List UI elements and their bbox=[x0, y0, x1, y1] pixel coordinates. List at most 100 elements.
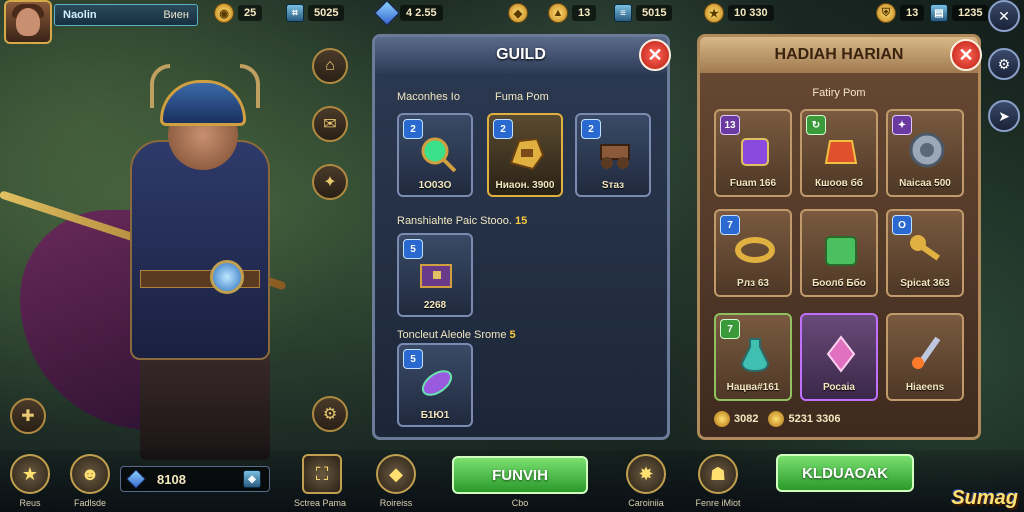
home-icon[interactable]: ⌂ bbox=[312, 48, 348, 84]
bottom-counter: 8108 ◈ bbox=[120, 466, 270, 492]
daily-chest-icon[interactable]: ☗ bbox=[698, 454, 738, 494]
bottom-bar: ★ Reus ☻ Fadlsde 8108 ◈ ⛶ Sctrea Pama ◆ … bbox=[0, 450, 1024, 512]
guild-section3-title: Toncleut Aleole Srome 5 bbox=[397, 329, 516, 341]
daily-footer-res-1: 3082 bbox=[714, 411, 758, 427]
hero-horn-right bbox=[240, 64, 260, 108]
guild-emblem-icon[interactable]: ✸ bbox=[626, 454, 666, 494]
golden-key-icon bbox=[910, 235, 941, 261]
daily-reward-slot[interactable]: Росаіа bbox=[800, 313, 878, 401]
star-icon: ★ bbox=[704, 3, 724, 23]
daily-reward-slot[interactable]: 7 Рлз 63 bbox=[714, 209, 792, 297]
game-logo: Sumag bbox=[951, 487, 1018, 509]
guild-action-button[interactable]: FUNVIH bbox=[452, 456, 588, 494]
rank-label: Reus bbox=[19, 498, 41, 508]
guild-section1-right: Fuma Pom bbox=[495, 91, 549, 103]
daily-reward-slot[interactable]: ↻ Кшоов бб bbox=[800, 109, 878, 197]
daily-reward-slot[interactable]: ✦ Naicaa 500 bbox=[886, 109, 964, 197]
daily-reward-label: Росаіа bbox=[823, 382, 855, 393]
daily-reward-label: Рлз 63 bbox=[737, 278, 769, 289]
guild-emblem-label: Caroiniia bbox=[628, 498, 664, 508]
ticket-resource: ⌗ 5025 bbox=[286, 2, 345, 24]
daily-reward-slot[interactable]: Hiaeens bbox=[886, 313, 964, 401]
hero-character bbox=[0, 60, 360, 460]
mail-icon[interactable]: ✉ bbox=[312, 106, 348, 142]
gem-icon bbox=[126, 469, 146, 489]
guild-slot-4[interactable]: 5 2268 bbox=[397, 233, 473, 317]
coin-icon: ◉ bbox=[214, 3, 234, 23]
map-icon[interactable]: ⛶ bbox=[302, 454, 342, 494]
daily-reward-label: Spicat 363 bbox=[900, 278, 950, 289]
crystal-wand-icon bbox=[826, 335, 856, 373]
player-name: Naolin bbox=[63, 9, 97, 21]
map-label: Sctrea Pama bbox=[293, 498, 347, 508]
daily-reward-slot[interactable]: Боолб Ббо bbox=[800, 209, 878, 297]
daily-reward-label: Hiaeens bbox=[905, 382, 945, 393]
daily-reward-slot[interactable]: О Spicat 363 bbox=[886, 209, 964, 297]
daily-title: HADIAH HARIAN bbox=[700, 37, 978, 73]
daily-footer-resources: 3082 5231 3306 bbox=[714, 411, 840, 427]
player-subtitle: Виен bbox=[163, 9, 189, 21]
hero-armor bbox=[130, 140, 270, 360]
crystal-icon[interactable]: ◆ bbox=[376, 454, 416, 494]
guild-slot-1[interactable]: 2 1О0ЗО bbox=[397, 113, 473, 197]
gear-icon[interactable]: ⚙ bbox=[988, 48, 1020, 80]
daily-reward-panel: HADIAH HARIAN ✕ Fatiry Pom 13 Fuam 166 ↻ Кш… bbox=[697, 34, 982, 440]
player-avatar[interactable] bbox=[4, 0, 52, 44]
treasure-chest-icon bbox=[420, 264, 452, 288]
player-name-box[interactable]: Naolin Виен bbox=[54, 4, 198, 26]
magic-leaf-icon bbox=[421, 370, 453, 396]
hero-legs bbox=[140, 350, 270, 460]
shield-icon: ⛨ bbox=[876, 3, 896, 23]
daily-reward-slot[interactable]: 13 Fuam 166 bbox=[714, 109, 792, 197]
settings-icon[interactable]: ⚙ bbox=[312, 396, 348, 432]
guild-slot-5[interactable]: 5 Б1Ю1 bbox=[397, 343, 473, 427]
gem-icon bbox=[374, 0, 400, 26]
gold-resource: ▲ 13 bbox=[548, 2, 597, 24]
inventory-icon[interactable]: ✚ bbox=[10, 398, 46, 434]
crystal-label: Roireiss bbox=[379, 498, 413, 508]
red-chest-icon bbox=[824, 140, 858, 164]
siege-cart-icon bbox=[600, 144, 630, 169]
daily-chest-label: Fenre iMiot bbox=[695, 498, 741, 508]
arrow-icon[interactable]: ➤ bbox=[988, 100, 1020, 132]
daily-reward-slot[interactable]: 7 Нацва#161 bbox=[714, 313, 792, 401]
star-resource: ★ 10 330 bbox=[704, 2, 774, 24]
green-box-icon bbox=[825, 236, 857, 266]
daily-reward-label: Fuam 166 bbox=[729, 178, 777, 189]
coin-icon bbox=[768, 411, 785, 427]
top-bar: Naolin Виен ◉ 25 ⌗ 5025 4 2.55 ◆ ▲ 13 ≡ … bbox=[0, 0, 1024, 44]
book-resource: ▤ 1235 bbox=[930, 2, 989, 24]
quest-icon[interactable]: ✦ bbox=[312, 164, 348, 200]
hero-label: Fadlsde bbox=[73, 498, 107, 508]
daily-close-button[interactable]: ✕ bbox=[950, 39, 982, 71]
guild-close-button[interactable]: ✕ bbox=[639, 39, 671, 71]
coin-resource: ◉ 25 bbox=[214, 2, 263, 24]
token-resource: ◆ bbox=[508, 2, 528, 24]
claim-button[interactable]: KLDUAOAK bbox=[776, 454, 914, 492]
guild-slot-3[interactable]: 2 Sтаз bbox=[575, 113, 651, 197]
hero-portrait-icon[interactable]: ☻ bbox=[70, 454, 110, 494]
guild-panel: GUILD ✕ Мaconhes Io Fuma Pom 2 1О0ЗО 2 Н… bbox=[372, 34, 671, 440]
daily-reward-label: Нацва#161 bbox=[726, 382, 780, 393]
guild-slot-2[interactable]: 2 Ниаон. 3900 bbox=[487, 113, 563, 197]
gold-pile-icon: ▲ bbox=[548, 3, 568, 23]
scroll-icon: ≡ bbox=[614, 4, 632, 22]
scroll-resource: ≡ 5015 bbox=[614, 2, 673, 24]
hero-horn-left bbox=[150, 64, 170, 108]
purple-potion-icon bbox=[741, 138, 769, 166]
potion-bottle-icon bbox=[740, 338, 770, 373]
daily-reward-label: Кшоов бб bbox=[815, 178, 863, 189]
ticket-icon: ⌗ bbox=[286, 4, 304, 22]
hero-helmet bbox=[160, 80, 246, 126]
hero-gem-amulet bbox=[210, 260, 244, 294]
golden-ring-icon bbox=[735, 237, 775, 263]
rank-icon[interactable]: ★ bbox=[10, 454, 50, 494]
emerald-staff-icon bbox=[421, 137, 457, 173]
gem-resource: 4 2.55 bbox=[374, 0, 443, 26]
coin-icon bbox=[714, 411, 730, 427]
close-icon[interactable]: ✕ bbox=[988, 0, 1020, 32]
guild-title: GUILD bbox=[375, 37, 667, 73]
guild-action-sub: Cbo bbox=[511, 498, 529, 508]
guild-section1-left: Мaconhes Io bbox=[397, 91, 460, 103]
shield-resource: ⛨ 13 bbox=[876, 2, 925, 24]
